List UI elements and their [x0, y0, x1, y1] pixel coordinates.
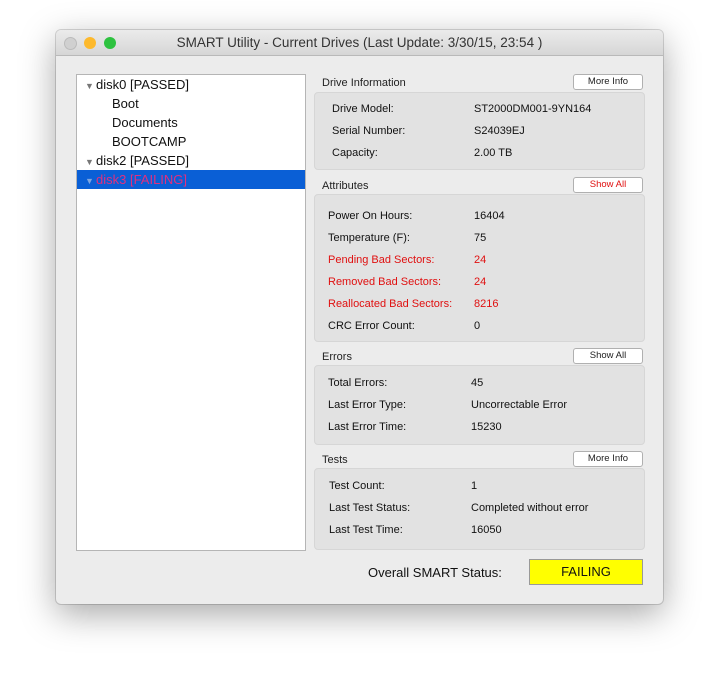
- field-label: Last Test Status:: [329, 502, 411, 514]
- field-label: Last Error Type:: [328, 399, 407, 411]
- window-title: SMART Utility - Current Drives (Last Upd…: [176, 35, 543, 50]
- field-label: CRC Error Count:: [328, 320, 415, 332]
- field-label: Serial Number:: [332, 125, 406, 137]
- field-value: 24: [474, 254, 487, 266]
- volume-item-bootcamp[interactable]: BOOTCAMP: [77, 132, 305, 151]
- field-value: Completed without error: [471, 502, 589, 514]
- attributes-title: Attributes: [322, 180, 369, 192]
- drive-item-disk3[interactable]: ▼ disk3 [FAILING]: [77, 170, 305, 189]
- disclosure-triangle-icon[interactable]: ▼: [85, 172, 96, 191]
- volume-item-boot[interactable]: Boot: [77, 94, 305, 113]
- field-label: Temperature (F):: [328, 232, 410, 244]
- volume-item-documents[interactable]: Documents: [77, 113, 305, 132]
- drive-label: disk0 [PASSED]: [96, 77, 189, 92]
- field-value: 16404: [474, 210, 505, 222]
- drive-information-title: Drive Information: [322, 77, 406, 89]
- field-value: 16050: [471, 524, 502, 536]
- field-label: Pending Bad Sectors:: [328, 254, 435, 266]
- title-bar: SMART Utility - Current Drives (Last Upd…: [56, 30, 663, 56]
- field-label: Last Error Time:: [328, 421, 407, 433]
- drive-label: disk3 [FAILING]: [96, 172, 188, 187]
- more-info-button[interactable]: More Info: [573, 74, 643, 90]
- field-value: S24039EJ: [474, 125, 525, 137]
- drive-item-disk0[interactable]: ▼ disk0 [PASSED]: [77, 75, 305, 94]
- field-label: Last Test Time:: [329, 524, 403, 536]
- field-label: Reallocated Bad Sectors:: [328, 298, 453, 310]
- field-value: 8216: [474, 298, 499, 310]
- field-value: 0: [474, 320, 481, 332]
- volume-label: BOOTCAMP: [112, 134, 187, 149]
- zoom-button[interactable]: [104, 37, 116, 49]
- tests-title: Tests: [322, 454, 348, 466]
- tests-more-info-button[interactable]: More Info: [573, 451, 643, 467]
- field-value: 1: [471, 480, 478, 492]
- volume-label: Documents: [112, 115, 178, 130]
- field-label: Drive Model:: [332, 103, 394, 115]
- field-value: 24: [474, 276, 487, 288]
- close-button[interactable]: [64, 37, 77, 50]
- overall-status-label: Overall SMART Status:: [368, 565, 502, 580]
- volume-label: Boot: [112, 96, 139, 111]
- errors-show-all-button[interactable]: Show All: [573, 348, 643, 364]
- field-label: Removed Bad Sectors:: [328, 276, 442, 288]
- disclosure-triangle-icon[interactable]: ▼: [85, 77, 96, 96]
- minimize-button[interactable]: [84, 37, 96, 49]
- drive-list[interactable]: ▼ disk0 [PASSED] Boot Documents BOOTCAMP …: [76, 74, 306, 551]
- field-label: Capacity:: [332, 147, 378, 159]
- field-label: Power On Hours:: [328, 210, 413, 222]
- field-value: 45: [471, 377, 484, 389]
- field-value: 15230: [471, 421, 502, 433]
- field-label: Test Count:: [329, 480, 385, 492]
- errors-title: Errors: [322, 351, 352, 363]
- field-value: 2.00 TB: [474, 147, 513, 159]
- drive-item-disk2[interactable]: ▼ disk2 [PASSED]: [77, 151, 305, 170]
- field-value: ST2000DM001-9YN164: [474, 103, 592, 115]
- drive-label: disk2 [PASSED]: [96, 153, 189, 168]
- attributes-show-all-button[interactable]: Show All: [573, 177, 643, 193]
- smart-utility-window: SMART Utility - Current Drives (Last Upd…: [56, 30, 663, 604]
- field-value: Uncorrectable Error: [471, 399, 567, 411]
- field-value: 75: [474, 232, 487, 244]
- overall-status-badge: FAILING: [529, 559, 643, 585]
- field-label: Total Errors:: [328, 377, 388, 389]
